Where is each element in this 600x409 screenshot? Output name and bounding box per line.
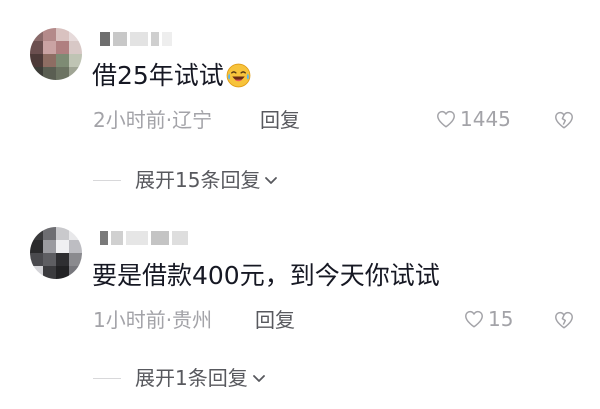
heart-outline-icon (465, 310, 483, 328)
reply-button[interactable]: 回复 (255, 307, 295, 333)
comment-text: 借25年试试 (92, 60, 251, 92)
expand-replies-button[interactable]: 展开15条回复 (93, 167, 279, 193)
reply-button[interactable]: 回复 (260, 107, 300, 133)
comment-item: 要是借款400元，到今天你试试 1小时前·贵州 回复 15 展开1条回复 (0, 205, 600, 409)
heart-outline-icon (437, 110, 455, 128)
chevron-down-icon (252, 375, 265, 382)
broken-heart-icon[interactable] (553, 309, 575, 331)
avatar[interactable] (30, 227, 82, 279)
expand-divider (93, 377, 121, 379)
laughing-crying-emoji-icon (226, 63, 251, 88)
username-pixelated[interactable] (100, 30, 172, 48)
comment-meta: 1小时前·贵州 (93, 308, 213, 332)
comment-item: 借25年试试 2小时前·辽宁 回复 1445 展开15条回复 (0, 0, 600, 205)
avatar[interactable] (30, 28, 82, 80)
comment-text: 要是借款400元，到今天你试试 (92, 261, 440, 290)
expand-replies-label: 展开15条回复 (135, 168, 261, 192)
like-count: 15 (488, 307, 514, 331)
chevron-down-icon (265, 177, 278, 184)
broken-heart-icon[interactable] (553, 109, 575, 131)
comment-meta: 2小时前·辽宁 (93, 108, 213, 132)
username-pixelated[interactable] (100, 229, 188, 247)
expand-replies-label: 展开1条回复 (135, 366, 248, 390)
expand-divider (93, 179, 121, 181)
like-count: 1445 (460, 107, 511, 131)
expand-replies-button[interactable]: 展开1条回复 (93, 365, 267, 391)
like-button[interactable]: 15 (463, 306, 513, 332)
like-button[interactable]: 1445 (435, 106, 511, 132)
